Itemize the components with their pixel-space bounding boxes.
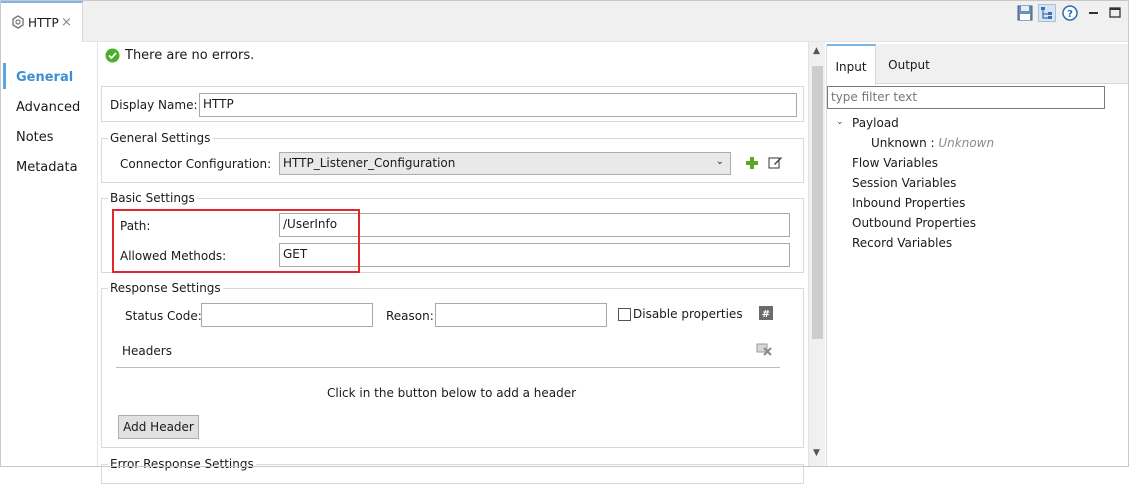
error-response-settings-title: Error Response Settings [108,457,256,471]
connector-configuration-value: HTTP_Listener_Configuration [283,156,456,170]
reason-field[interactable] [435,303,607,327]
nav-item-notes[interactable]: Notes [16,130,54,145]
maximize-icon[interactable] [1106,4,1124,22]
tree-item-flow-variables[interactable]: Flow Variables [852,156,938,170]
svg-text:?: ? [1067,9,1073,20]
connector-configuration-select[interactable]: HTTP_Listener_Configuration ⌄ [279,152,731,175]
http-connector-icon [12,15,24,29]
disable-properties-label: Disable properties [633,307,743,321]
close-icon[interactable]: × [61,15,72,30]
display-name-label: Display Name: [110,98,198,112]
editor-tab-title: HTTP [28,16,59,30]
response-settings-group: Response Settings Status Code: Reason: D… [101,281,804,448]
panel-tabs: Input Output [827,44,1129,85]
expand-arrow-icon[interactable]: ⌄ [836,117,844,127]
tree-item-inbound-properties[interactable]: Inbound Properties [852,196,965,210]
general-settings-title: General Settings [108,131,213,145]
tree-view-button[interactable] [1038,4,1056,22]
editor-tab-strip: HTTP × ? [0,0,1129,43]
add-header-button[interactable]: Add Header [118,415,199,439]
error-response-settings-group: Error Response Settings [101,457,804,484]
scroll-down-icon[interactable]: ▼ [813,448,820,458]
help-icon[interactable]: ? [1061,4,1079,22]
add-icon[interactable] [745,156,759,170]
tree-view-icon [1041,7,1052,19]
headers-separator [116,367,780,368]
svg-text:#: # [762,309,770,320]
headers-empty-message: Click in the button below to add a heade… [327,386,577,400]
tree-item-outbound-properties[interactable]: Outbound Properties [852,216,976,230]
status-code-label: Status Code: [125,309,202,323]
tree-item-record-variables[interactable]: Record Variables [852,236,952,250]
input-output-panel: Input Output type filter text ⌄ Payload … [826,44,1129,467]
unknown-label: Unknown : [871,136,935,150]
filter-input[interactable]: type filter text [827,86,1105,109]
tab-input[interactable]: Input [827,44,876,85]
tab-output[interactable]: Output [878,44,940,85]
tree-item-unknown[interactable]: Unknown : Unknown [871,136,994,150]
nav-item-general[interactable]: General [16,70,73,85]
status-message: There are no errors. [125,48,255,63]
disable-properties-checkbox[interactable] [618,308,631,321]
nav-item-metadata[interactable]: Metadata [16,160,78,175]
display-name-group: Display Name: HTTP [101,86,804,122]
minimize-icon[interactable] [1085,4,1103,22]
scroll-thumb[interactable] [812,66,823,339]
highlight-box [112,209,360,273]
display-name-field[interactable]: HTTP [199,93,797,117]
headers-label: Headers [122,344,172,358]
nav-item-advanced[interactable]: Advanced [16,100,80,115]
edit-icon[interactable] [768,155,783,170]
properties-form: There are no errors. Display Name: HTTP … [97,42,808,484]
reason-label: Reason: [386,309,434,323]
editor-tab-http[interactable]: HTTP × [0,1,83,43]
general-settings-group: General Settings Connector Configuration… [101,131,804,183]
unknown-type: Unknown [938,136,995,150]
chevron-down-icon: ⌄ [715,156,724,167]
save-icon[interactable] [1016,4,1034,22]
expression-toggle-icon[interactable]: # [758,305,774,321]
properties-nav: General Advanced Notes Metadata [0,42,97,467]
remove-header-icon[interactable] [755,339,773,357]
form-scrollbar[interactable]: ▲ ▼ [808,42,825,467]
check-circle-icon [105,48,120,63]
connector-configuration-label: Connector Configuration: [120,157,272,171]
response-settings-title: Response Settings [108,281,223,295]
tree-item-payload[interactable]: Payload [852,116,899,130]
basic-settings-title: Basic Settings [108,191,197,205]
nav-active-indicator [3,63,6,89]
scroll-up-icon[interactable]: ▲ [813,46,820,56]
tree-item-session-variables[interactable]: Session Variables [852,176,956,190]
status-code-field[interactable] [201,303,373,327]
basic-settings-group: Basic Settings Path: /UserInfo Allowed M… [101,191,804,273]
